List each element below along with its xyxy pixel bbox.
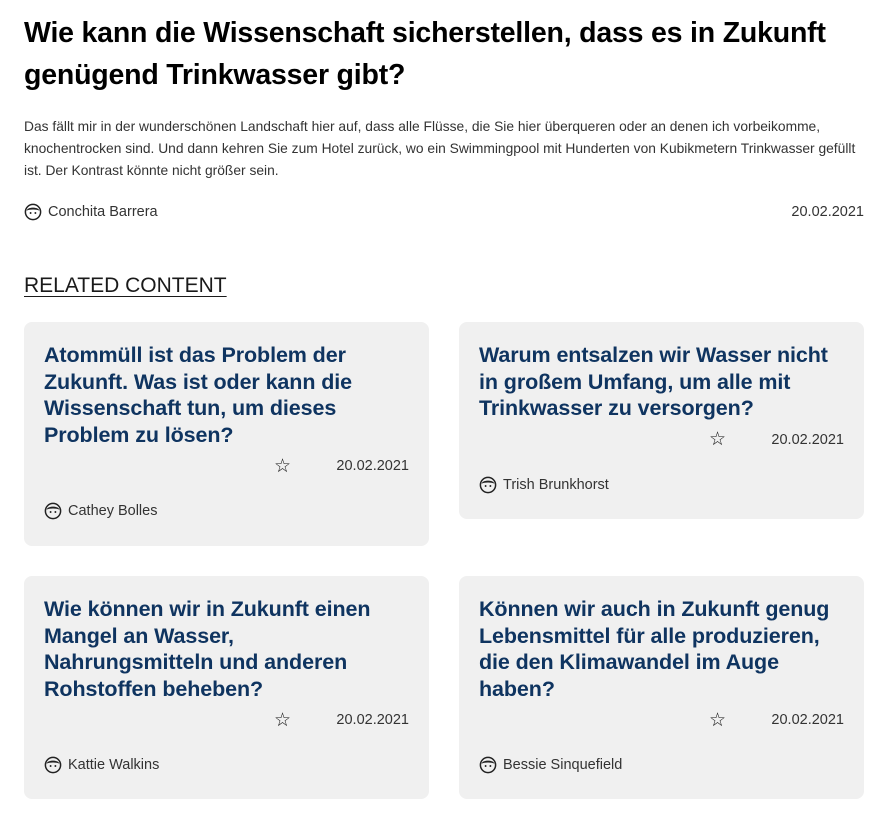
star-outline-icon[interactable]: ☆ xyxy=(709,711,726,730)
card-meta: ☆ 20.02.2021 xyxy=(44,454,409,478)
card-date: 20.02.2021 xyxy=(771,712,844,728)
card-title[interactable]: Wie können wir in Zukunft einen Mangel a… xyxy=(44,596,409,702)
card-date: 20.02.2021 xyxy=(771,431,844,448)
card-author-name: Kattie Walkins xyxy=(68,757,160,773)
card-author-name: Bessie Sinquefield xyxy=(503,757,623,773)
star-outline-icon[interactable]: ☆ xyxy=(709,430,726,449)
question-author[interactable]: Conchita Barrera xyxy=(24,203,158,221)
user-avatar-icon xyxy=(479,476,497,493)
card-author[interactable]: Trish Brunkhorst xyxy=(479,476,844,494)
related-content-heading[interactable]: RELATED CONTENT xyxy=(24,274,227,298)
related-card[interactable]: Können wir auch in Zukunft genug Lebensm… xyxy=(459,576,864,799)
related-card[interactable]: Atommüll ist das Problem der Zukunft. Wa… xyxy=(24,322,429,546)
card-meta: ☆ 20.02.2021 xyxy=(44,708,409,732)
question-date: 20.02.2021 xyxy=(791,204,864,220)
question-title: Wie kann die Wissenschaft sicherstellen,… xyxy=(24,17,826,91)
card-author[interactable]: Bessie Sinquefield xyxy=(479,756,844,774)
card-author-name: Cathey Bolles xyxy=(68,503,158,519)
star-outline-icon[interactable]: ☆ xyxy=(274,711,291,730)
card-title[interactable]: Atommüll ist das Problem der Zukunft. Wa… xyxy=(44,342,409,448)
card-meta: ☆ 20.02.2021 xyxy=(479,428,844,452)
card-meta: ☆ 20.02.2021 xyxy=(479,708,844,732)
question-body: Das fällt mir in der wunderschönen Lands… xyxy=(24,119,856,178)
card-date: 20.02.2021 xyxy=(336,458,409,474)
question-page: Wie kann die Wissenschaft sicherstellen,… xyxy=(24,0,864,298)
question-meta: Conchita Barrera 20.02.2021 xyxy=(24,202,864,222)
question-author-name: Conchita Barrera xyxy=(48,204,158,220)
card-title[interactable]: Warum entsalzen wir Wasser nicht in groß… xyxy=(479,342,844,422)
star-outline-icon[interactable]: ☆ xyxy=(274,457,291,476)
related-card[interactable]: Wie können wir in Zukunft einen Mangel a… xyxy=(24,576,429,799)
card-author[interactable]: Cathey Bolles xyxy=(44,502,409,520)
user-avatar-icon xyxy=(44,756,62,774)
user-avatar-icon xyxy=(24,203,42,221)
user-avatar-icon xyxy=(44,502,62,520)
card-title[interactable]: Können wir auch in Zukunft genug Lebensm… xyxy=(479,596,844,702)
card-date: 20.02.2021 xyxy=(336,712,409,728)
card-author[interactable]: Kattie Walkins xyxy=(44,756,409,774)
card-author-name: Trish Brunkhorst xyxy=(503,476,609,493)
related-card[interactable]: Warum entsalzen wir Wasser nicht in groß… xyxy=(459,322,864,519)
user-avatar-icon xyxy=(479,756,497,774)
